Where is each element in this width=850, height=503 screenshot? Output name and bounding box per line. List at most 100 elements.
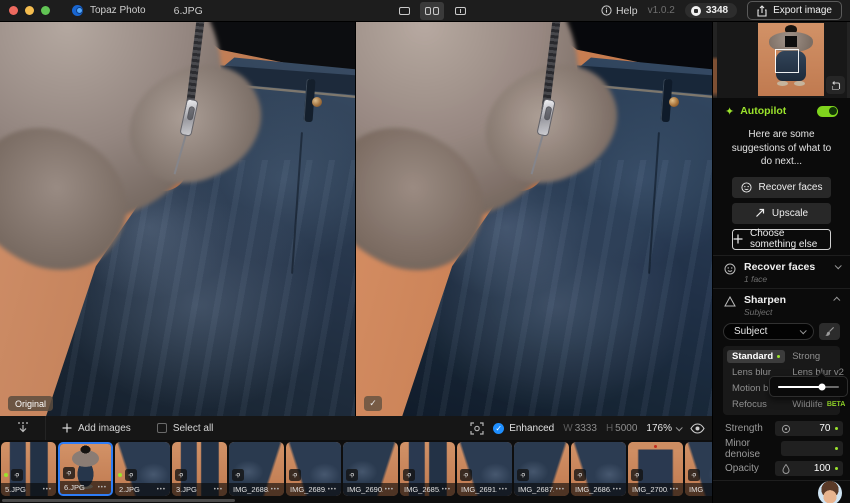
- mask-target-select[interactable]: Subject: [723, 323, 814, 340]
- filmstrip-thumbnail[interactable]: » IMG_2700.J... •••: [628, 442, 683, 496]
- auto-dot: [835, 427, 839, 431]
- chevron-down-icon: [800, 327, 807, 334]
- filmstrip-thumbnail[interactable]: » IMG_2690.J... •••: [343, 442, 398, 496]
- filmstrip-thumbnail[interactable]: » IMG_2688.J... •••: [229, 442, 284, 496]
- chevron-down-icon[interactable]: [835, 262, 842, 269]
- filmstrip-scrollbar[interactable]: [2, 499, 235, 502]
- sharpen-model-option[interactable]: Refocus: [727, 398, 785, 411]
- filmstrip-thumbnail[interactable]: » IMG_2689.J... •••: [286, 442, 341, 496]
- filmstrip-thumbnail[interactable]: » IMG_2685.J... •••: [400, 442, 455, 496]
- autopilot-toggle[interactable]: [817, 106, 838, 117]
- edit-mask-button[interactable]: [819, 323, 840, 340]
- chevron-up-icon[interactable]: [833, 296, 840, 303]
- slider-handle[interactable]: [818, 383, 825, 390]
- filmstrip-thumbnail[interactable]: » 6.JPG •••: [58, 442, 113, 496]
- minimize-window-button[interactable]: [25, 6, 34, 15]
- upscale-badge-icon: »: [125, 469, 137, 481]
- close-window-button[interactable]: [9, 6, 18, 15]
- upscale-badge-icon: »: [175, 469, 187, 481]
- side-by-side-view-button[interactable]: [420, 2, 444, 20]
- enhanced-check-badge[interactable]: ✓: [364, 396, 382, 411]
- filmstrip-thumbnail[interactable]: » IMG_2691.J... •••: [457, 442, 512, 496]
- auto-dot: [835, 467, 839, 471]
- collapse-filmstrip-button[interactable]: [0, 416, 46, 440]
- sparkle-icon: ✦: [725, 105, 734, 118]
- sharpen-model-option[interactable]: Wildlife BETA: [787, 398, 850, 411]
- add-images-button[interactable]: Add images: [62, 423, 131, 434]
- focus-region-icon[interactable]: [470, 422, 484, 435]
- enhanced-image-panel[interactable]: ✓: [356, 22, 712, 416]
- selected-dot: [777, 355, 780, 358]
- bottom-toolbar: Add images Select all ✓ Enhanced W3333 H…: [0, 416, 712, 440]
- titlebar: Topaz Photo 6.JPG Help v1.0.2 3348 Expor…: [0, 0, 850, 22]
- filter-sharpen[interactable]: Sharpen Subject: [713, 288, 850, 321]
- brush-icon: [824, 326, 835, 337]
- parameter-value-control[interactable]: 70: [775, 421, 843, 436]
- share-icon: [757, 5, 767, 17]
- parameter-value-control[interactable]: 100: [775, 461, 843, 476]
- preview-thumbnail[interactable]: [758, 23, 824, 96]
- view-region-rect[interactable]: [775, 49, 799, 72]
- thumbnail-filename: IMG_2689.J...: [290, 485, 326, 494]
- filmstrip: » 5.JPG ••• » 6.JPG ••• » 2.JPG •••: [0, 440, 712, 503]
- filmstrip-thumbnail[interactable]: » IMG_2686.J... •••: [571, 442, 626, 496]
- filter-recover-faces[interactable]: Recover faces 1 face: [713, 255, 850, 288]
- suggestions-heading: Here are some suggestions of what to do …: [726, 128, 837, 169]
- parameter-value: 70: [795, 423, 831, 434]
- thumbnail-menu-button[interactable]: •••: [385, 487, 394, 493]
- sharpen-mask-row: Subject: [713, 321, 850, 344]
- enhanced-status[interactable]: ✓ Enhanced: [493, 423, 554, 434]
- preview-original-eye-icon[interactable]: [690, 423, 705, 434]
- thumbnail-menu-button[interactable]: •••: [271, 487, 280, 493]
- plus-icon: [733, 234, 743, 244]
- filmstrip-thumbnail[interactable]: » 2.JPG •••: [115, 442, 170, 496]
- credits-pill[interactable]: 3348: [685, 3, 737, 18]
- upscale-badge-icon: »: [289, 469, 301, 481]
- filmstrip-thumbnail[interactable]: » 5.JPG •••: [1, 442, 56, 496]
- sharpen-model-option[interactable]: Strong: [787, 350, 850, 363]
- account-avatar[interactable]: [818, 481, 842, 503]
- suggestion-button[interactable]: Upscale: [732, 203, 831, 224]
- sharpen-model-option[interactable]: Standard: [727, 350, 785, 363]
- thumbnail-menu-button[interactable]: •••: [214, 487, 223, 493]
- strength-slider[interactable]: [778, 386, 839, 388]
- upscale-badge-icon: »: [403, 469, 415, 481]
- parameter-label: Opacity: [725, 463, 759, 474]
- thumbnail-menu-button[interactable]: •••: [98, 485, 107, 491]
- help-button[interactable]: Help: [601, 5, 638, 17]
- thumbnail-menu-button[interactable]: •••: [499, 487, 508, 493]
- beta-badge: BETA: [827, 401, 846, 408]
- sharpen-icon: [723, 296, 736, 307]
- filmstrip-thumbnail[interactable]: » 3.JPG •••: [172, 442, 227, 496]
- thumbnail-menu-button[interactable]: •••: [556, 487, 565, 493]
- parameter-value-control[interactable]: [781, 441, 843, 456]
- thumbnail-menu-button[interactable]: •••: [613, 487, 622, 493]
- zoom-level-dropdown[interactable]: 176%: [646, 423, 681, 434]
- zoom-window-button[interactable]: [41, 6, 50, 15]
- filmstrip-thumbnail[interactable]: » IMG_2687.J... •••: [514, 442, 569, 496]
- app-brand: Topaz Photo: [72, 4, 146, 17]
- original-image-panel[interactable]: Original: [0, 22, 355, 416]
- credit-coin-icon: [691, 6, 701, 16]
- thumbnail-menu-button[interactable]: •••: [157, 487, 166, 493]
- filmstrip-thumbnail[interactable]: » IMG: [685, 442, 712, 496]
- suggestion-button[interactable]: Recover faces: [732, 177, 831, 198]
- export-image-button[interactable]: Export image: [747, 1, 842, 20]
- thumbnail-menu-button[interactable]: •••: [442, 487, 451, 493]
- single-view-button[interactable]: [392, 2, 416, 20]
- thumbnail-menu-button[interactable]: •••: [670, 487, 679, 493]
- suggestion-button[interactable]: Choose something else: [732, 229, 831, 250]
- sharpen-parameter-row: Strength 70: [713, 420, 850, 438]
- split-view-button[interactable]: [448, 2, 472, 20]
- enhanced-photo: [356, 22, 712, 416]
- thumbnail-filename: 2.JPG: [119, 485, 155, 494]
- thumbnail-menu-button[interactable]: •••: [328, 487, 337, 493]
- autopilot-dot: [118, 473, 122, 477]
- upscale-icon: [755, 208, 765, 218]
- thumbnail-menu-button[interactable]: •••: [43, 487, 52, 493]
- original-photo: [0, 22, 355, 416]
- select-all-checkbox[interactable]: [157, 423, 167, 433]
- upscale-badge-icon: »: [346, 469, 358, 481]
- crop-rotate-button[interactable]: [826, 76, 845, 94]
- select-all-control[interactable]: Select all: [157, 423, 214, 434]
